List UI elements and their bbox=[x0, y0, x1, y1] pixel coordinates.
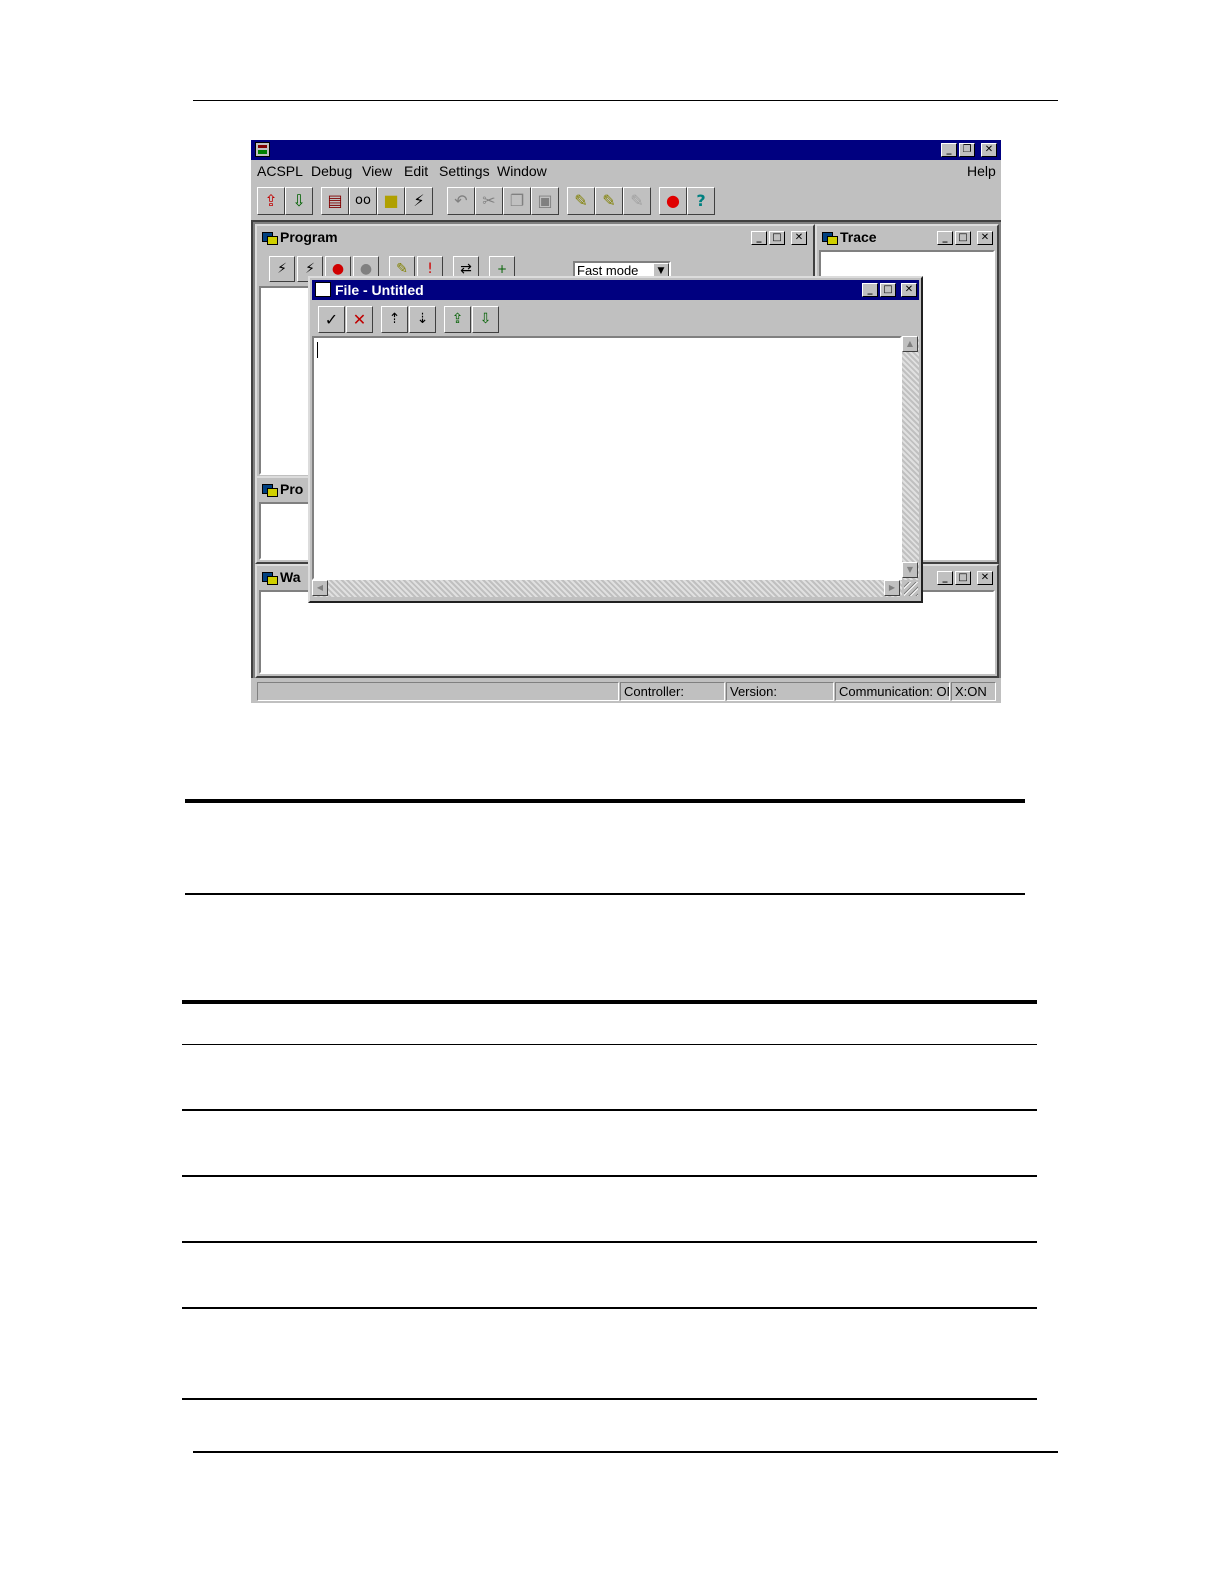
watch-maximize-button[interactable]: □ bbox=[955, 571, 971, 585]
save-file-icon[interactable]: ⇣ bbox=[409, 306, 436, 333]
program-maximize-button[interactable]: □ bbox=[769, 231, 785, 245]
app-window: _ ❐ ✕ ACSPL Debug View Edit Settings Win… bbox=[251, 140, 1001, 703]
menu-window[interactable]: Window bbox=[497, 163, 547, 179]
stop-alert-icon[interactable]: ● bbox=[659, 187, 687, 215]
app-icon[interactable] bbox=[255, 142, 270, 157]
status-message bbox=[257, 682, 619, 701]
menu-settings[interactable]: Settings bbox=[439, 163, 490, 179]
calculator-icon[interactable]: ▤ bbox=[321, 187, 349, 215]
program-close-button[interactable]: ✕ bbox=[791, 231, 807, 245]
cancel-icon[interactable]: ✕ bbox=[346, 306, 373, 333]
menu-help[interactable]: Help bbox=[967, 163, 996, 179]
minimize-button[interactable]: _ bbox=[941, 143, 957, 157]
glasses-icon[interactable]: oo bbox=[349, 187, 377, 215]
header-rule bbox=[193, 100, 1058, 101]
load-file-icon[interactable]: ⇡ bbox=[381, 306, 408, 333]
menu-debug[interactable]: Debug bbox=[311, 163, 352, 179]
status-bar: Controller: Version: Communication: ON X… bbox=[251, 680, 1001, 703]
scroll-down-icon[interactable]: ▼ bbox=[902, 562, 918, 578]
file-maximize-button[interactable]: □ bbox=[880, 283, 896, 297]
file-close-button[interactable]: ✕ bbox=[901, 283, 917, 297]
program-window-title: Program bbox=[261, 229, 338, 245]
program-minimize-button[interactable]: _ bbox=[751, 231, 767, 245]
status-x: X:ON bbox=[951, 682, 996, 701]
menu-acspl[interactable]: ACSPL bbox=[257, 163, 303, 179]
watch-window-title: Wa bbox=[261, 569, 300, 585]
table-row-rule bbox=[182, 1307, 1037, 1309]
trace-minimize-button[interactable]: _ bbox=[937, 231, 953, 245]
app-titlebar: _ ❐ ✕ bbox=[251, 140, 1001, 160]
scroll-right-icon[interactable]: ▶ bbox=[884, 580, 900, 596]
check-icon[interactable]: ✓ bbox=[318, 306, 345, 333]
program2-window-icon bbox=[261, 482, 278, 497]
file-minimize-button[interactable]: _ bbox=[862, 283, 878, 297]
vertical-scrollbar[interactable]: ▲ ▼ bbox=[902, 336, 919, 580]
table-row-rule bbox=[182, 1175, 1037, 1177]
section-rule-thin bbox=[185, 893, 1025, 895]
trace-close-button[interactable]: ✕ bbox=[977, 231, 993, 245]
note-icon[interactable]: ■ bbox=[377, 187, 405, 215]
paste-icon[interactable]: ▣ bbox=[531, 187, 559, 215]
find-next-icon[interactable]: ✎ bbox=[623, 187, 651, 215]
main-toolbar: ⇪ ⇩ ▤ oo ■ ⚡ ↶ ✂ ❐ ▣ ✎ ✎ ✎ ● ? bbox=[251, 184, 1001, 218]
trace-window-title: Trace bbox=[821, 229, 877, 245]
file-icon bbox=[315, 282, 331, 297]
replace-icon[interactable]: ✎ bbox=[595, 187, 623, 215]
menubar: ACSPL Debug View Edit Settings Window He… bbox=[251, 160, 1001, 182]
watch-close-button[interactable]: ✕ bbox=[977, 571, 993, 585]
text-cursor bbox=[317, 342, 318, 358]
program-window-icon bbox=[261, 230, 278, 245]
table-row-rule bbox=[182, 1241, 1037, 1243]
lightning-icon[interactable]: ⚡ bbox=[405, 187, 433, 215]
status-version: Version: bbox=[726, 682, 834, 701]
download-icon[interactable]: ⇩ bbox=[285, 187, 313, 215]
file-window-titlebar: File - Untitled _ □ ✕ bbox=[312, 280, 919, 300]
horizontal-scrollbar[interactable]: ◀ ▶ bbox=[312, 580, 902, 597]
section-rule-thick bbox=[185, 799, 1025, 803]
restore-button[interactable]: ❐ bbox=[959, 143, 975, 157]
upload-icon[interactable]: ⇪ bbox=[257, 187, 285, 215]
download-program-icon[interactable]: ⇩ bbox=[472, 306, 499, 333]
table-row-rule bbox=[182, 1109, 1037, 1111]
table-row-rule bbox=[182, 1398, 1037, 1400]
watch-minimize-button[interactable]: _ bbox=[937, 571, 953, 585]
mdi-workspace: Program _ □ ✕ ⚡ ⚡ ● ● ✎ ! ⇄ + Fast mode ▼… bbox=[251, 220, 1001, 678]
run-icon[interactable]: ⚡ bbox=[269, 256, 295, 282]
copy-icon[interactable]: ❐ bbox=[503, 187, 531, 215]
menu-view[interactable]: View bbox=[362, 163, 392, 179]
file-window[interactable]: File - Untitled _ □ ✕ ✓ ✕ ⇡ ⇣ ⇪ ⇩ ▲ ▼ ◀ … bbox=[308, 276, 923, 603]
file-editor[interactable] bbox=[312, 336, 902, 580]
file-window-title: File - Untitled bbox=[335, 282, 424, 298]
cut-icon[interactable]: ✂ bbox=[475, 187, 503, 215]
table-rule-top bbox=[182, 1000, 1037, 1004]
table-row-rule bbox=[182, 1044, 1037, 1045]
watch-window-icon bbox=[261, 570, 278, 585]
upload-program-icon[interactable]: ⇪ bbox=[444, 306, 471, 333]
undo-icon[interactable]: ↶ bbox=[447, 187, 475, 215]
status-controller: Controller: bbox=[620, 682, 725, 701]
scroll-left-icon[interactable]: ◀ bbox=[312, 580, 328, 596]
find-icon[interactable]: ✎ bbox=[567, 187, 595, 215]
trace-maximize-button[interactable]: □ bbox=[955, 231, 971, 245]
close-button[interactable]: ✕ bbox=[981, 143, 997, 157]
help-icon[interactable]: ? bbox=[687, 187, 715, 215]
program2-window-title: Pro bbox=[261, 481, 303, 497]
status-communication: Communication: ON bbox=[835, 682, 950, 701]
trace-window-icon bbox=[821, 230, 838, 245]
menu-edit[interactable]: Edit bbox=[404, 163, 428, 179]
resize-grip-icon[interactable] bbox=[904, 582, 918, 596]
footer-rule bbox=[193, 1451, 1058, 1453]
scroll-up-icon[interactable]: ▲ bbox=[902, 336, 918, 352]
